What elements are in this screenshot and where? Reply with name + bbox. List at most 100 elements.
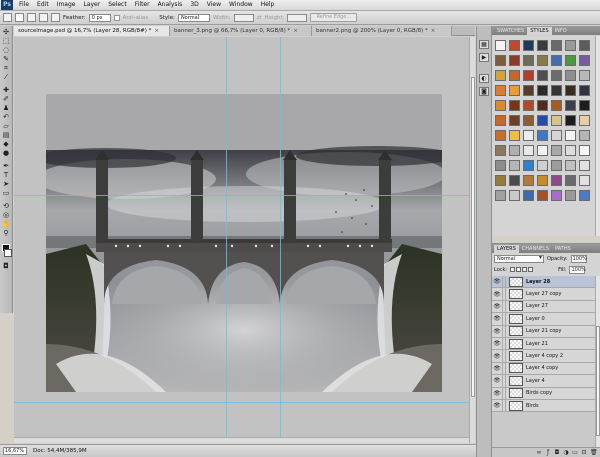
- style-swatch[interactable]: [551, 115, 562, 126]
- layer-row[interactable]: 👁 Birds copy: [492, 387, 595, 400]
- style-swatch[interactable]: [523, 115, 534, 126]
- visibility-eye-icon[interactable]: 👁: [492, 377, 502, 384]
- style-swatch[interactable]: [509, 190, 520, 201]
- canvas-area[interactable]: [14, 37, 475, 443]
- dodge-tool-icon[interactable]: ●: [1, 149, 11, 157]
- style-swatch[interactable]: [537, 175, 548, 186]
- style-swatch[interactable]: [551, 160, 562, 171]
- new-layer-icon[interactable]: ⊡: [581, 449, 587, 456]
- vertical-scrollbar[interactable]: [469, 37, 475, 443]
- style-swatch[interactable]: [495, 40, 506, 51]
- layer-row[interactable]: 👁 Layer 21 copy: [492, 325, 595, 338]
- style-swatch[interactable]: [509, 160, 520, 171]
- layer-link-slot[interactable]: [502, 375, 506, 387]
- styles-scrollbar[interactable]: [595, 36, 600, 236]
- style-swatch[interactable]: [495, 100, 506, 111]
- style-swatch[interactable]: [523, 55, 534, 66]
- style-swatch[interactable]: [551, 190, 562, 201]
- quick-mask-icon[interactable]: ◘: [1, 262, 11, 270]
- new-selection-icon[interactable]: [15, 13, 24, 22]
- style-swatch[interactable]: [579, 40, 590, 51]
- style-swatch[interactable]: [523, 130, 534, 141]
- style-swatch[interactable]: [565, 40, 576, 51]
- style-swatch[interactable]: [523, 175, 534, 186]
- document-canvas[interactable]: [46, 94, 442, 392]
- link-layers-icon[interactable]: ∞: [536, 449, 542, 456]
- style-swatch[interactable]: [579, 55, 590, 66]
- marquee-tool-icon[interactable]: [3, 13, 12, 22]
- style-swatch[interactable]: [523, 85, 534, 96]
- layer-link-slot[interactable]: [502, 313, 506, 325]
- style-swatch[interactable]: [565, 55, 576, 66]
- tab-banner-3[interactable]: banner_3.png @ 66,7% (Layer 0, RGB/8) * ×: [170, 26, 312, 36]
- menu-3d[interactable]: 3D: [186, 0, 202, 10]
- layer-link-slot[interactable]: [502, 399, 506, 412]
- tab-channels[interactable]: CHANNELS: [519, 245, 552, 253]
- tab-banner2[interactable]: banner2.png @ 200% (Layer 0, RGB/8) * ×: [312, 26, 452, 36]
- menu-image[interactable]: Image: [53, 0, 80, 10]
- actions-panel-icon[interactable]: ▶: [479, 53, 489, 62]
- style-swatch[interactable]: [537, 40, 548, 51]
- layer-row[interactable]: 👁 Layer 27: [492, 300, 595, 314]
- menu-view[interactable]: View: [203, 0, 225, 10]
- style-swatch[interactable]: [495, 175, 506, 186]
- blur-tool-icon[interactable]: ◆: [1, 140, 11, 148]
- menu-select[interactable]: Select: [104, 0, 131, 10]
- menu-analysis[interactable]: Analysis: [154, 0, 187, 10]
- lock-pixels-icon[interactable]: [516, 267, 522, 272]
- antialias-checkbox[interactable]: [113, 14, 120, 21]
- style-swatch[interactable]: [495, 85, 506, 96]
- style-swatch[interactable]: [551, 130, 562, 141]
- layer-link-slot[interactable]: [502, 362, 506, 375]
- history-panel-icon[interactable]: ▦: [479, 40, 489, 49]
- layer-row[interactable]: 👁 Layer 4: [492, 375, 595, 388]
- style-swatch[interactable]: [523, 40, 534, 51]
- layer-link-slot[interactable]: [502, 288, 506, 300]
- style-swatch[interactable]: [565, 85, 576, 96]
- zoom-field[interactable]: 16,67%: [3, 447, 27, 455]
- style-swatch[interactable]: [495, 55, 506, 66]
- menu-file[interactable]: File: [15, 0, 33, 10]
- style-swatch[interactable]: [579, 115, 590, 126]
- new-group-icon[interactable]: ▭: [572, 449, 578, 456]
- layer-row[interactable]: 👁 Layer 4 copy 2: [492, 350, 595, 363]
- visibility-eye-icon[interactable]: 👁: [492, 402, 502, 409]
- tab-layers[interactable]: LAYERS: [494, 245, 519, 253]
- style-swatch[interactable]: [495, 190, 506, 201]
- height-input[interactable]: [287, 13, 308, 22]
- style-select[interactable]: Normal: [177, 13, 210, 22]
- style-swatch[interactable]: [509, 145, 520, 156]
- opacity-input[interactable]: 100%: [570, 254, 587, 263]
- visibility-eye-icon[interactable]: 👁: [492, 291, 502, 298]
- style-swatch[interactable]: [537, 145, 548, 156]
- style-swatch[interactable]: [551, 70, 562, 81]
- visibility-eye-icon[interactable]: 👁: [492, 303, 502, 310]
- style-swatch[interactable]: [537, 190, 548, 201]
- style-swatch[interactable]: [565, 145, 576, 156]
- marquee-tool-icon[interactable]: ⬚: [1, 37, 11, 45]
- style-swatch[interactable]: [523, 160, 534, 171]
- close-icon[interactable]: ×: [154, 28, 159, 34]
- layer-row[interactable]: 👁 Layer 4 copy: [492, 362, 595, 376]
- adjustments-panel-icon[interactable]: ◐: [479, 74, 489, 83]
- lock-all-icon[interactable]: [528, 267, 534, 272]
- lock-transparency-icon[interactable]: [510, 267, 516, 272]
- add-selection-icon[interactable]: [27, 13, 36, 22]
- quick-select-tool-icon[interactable]: ✎: [1, 55, 11, 63]
- subtract-selection-icon[interactable]: [39, 13, 48, 22]
- style-swatch[interactable]: [509, 55, 520, 66]
- style-swatch[interactable]: [551, 55, 562, 66]
- layer-row[interactable]: 👁 Layer 21: [492, 337, 595, 351]
- style-swatch[interactable]: [537, 100, 548, 111]
- delete-layer-icon[interactable]: 🗑: [590, 449, 598, 456]
- hand-tool-icon[interactable]: ✋: [1, 220, 11, 228]
- style-swatch[interactable]: [537, 85, 548, 96]
- layer-row[interactable]: 👁 Layer 0: [492, 313, 595, 326]
- type-tool-icon[interactable]: T: [1, 171, 11, 179]
- style-swatch[interactable]: [537, 130, 548, 141]
- lasso-tool-icon[interactable]: ◌: [1, 46, 11, 54]
- swap-icon[interactable]: ⇄: [257, 15, 262, 21]
- layer-link-slot[interactable]: [502, 387, 506, 399]
- style-swatch[interactable]: [551, 145, 562, 156]
- visibility-eye-icon[interactable]: 👁: [492, 390, 502, 397]
